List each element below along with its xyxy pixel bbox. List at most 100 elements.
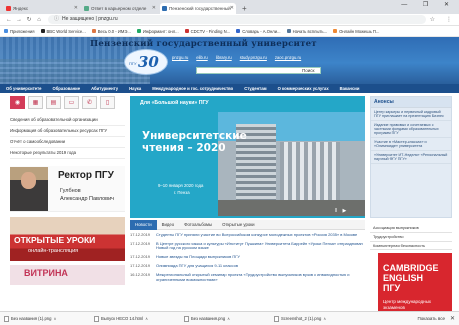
info-links: Сведения об образовательной организации … <box>10 115 125 159</box>
header-link[interactable]: zaoc.pnzgu.ru <box>275 55 301 60</box>
favicon-icon <box>136 29 141 33</box>
bookmark-item[interactable]: Онлайн Можешь П... <box>333 29 379 34</box>
bookmark-item[interactable]: BBC World Service... <box>40 29 86 34</box>
anniversary-logo[interactable]: ПГУ 30 <box>124 49 168 75</box>
search-button[interactable]: Поиск <box>302 67 314 74</box>
slider-top-text: Для «Большой науки» ПГУ <box>140 100 209 106</box>
info-link[interactable]: Некоторые результаты 2019 года <box>10 148 125 159</box>
menu-item[interactable]: Образование <box>52 86 80 91</box>
tab-photo[interactable]: Фотоальбомы <box>179 220 217 230</box>
prev-icon[interactable]: ‖ <box>335 208 339 214</box>
file-icon[interactable]: ▯ <box>100 96 115 109</box>
news-slider[interactable]: Для «Большой науки» ПГУ Университетские ч… <box>130 96 365 218</box>
cambridge-banner[interactable]: CAMBRIDGE ENGLISH ПГУ Центр международных … <box>378 253 452 319</box>
close-icon[interactable]: ✕ <box>450 315 455 322</box>
rector-title: Ректор ПГУ <box>58 170 114 181</box>
right-link[interactable]: Трудоустройство <box>370 233 452 242</box>
menu-item[interactable]: Вакансии <box>340 86 360 91</box>
file-icon <box>274 315 279 322</box>
reload-icon[interactable]: ↻ <box>24 16 34 23</box>
anonce-item[interactable]: Участие в «Мастер-классах» и «Олимпиаде»… <box>371 138 451 152</box>
star-icon[interactable]: ☆ <box>426 16 442 23</box>
bookmark-item[interactable]: CDCTV - Finding N... <box>184 29 230 34</box>
slider-controls[interactable]: ‖ ▶ <box>335 208 348 214</box>
favicon-icon <box>333 29 338 33</box>
browser-tab-active[interactable]: Пензенский государственный ✕ <box>160 3 236 14</box>
list-item[interactable]: 17.12.2019 Олимпиада ПГУ для учащихся 9-1… <box>130 264 365 269</box>
header-link[interactable]: elib.ru <box>196 55 207 60</box>
show-all-downloads-link[interactable]: Показать все <box>418 316 445 321</box>
back-icon[interactable]: ← <box>4 17 14 23</box>
bookmark-item[interactable]: Словарь - А.Онли... <box>236 29 281 34</box>
close-tab-icon[interactable]: ✕ <box>230 3 234 14</box>
download-item[interactable]: Без названия (1).png ∧ <box>4 315 90 322</box>
list-item[interactable]: 17.12.2019 В Центре русского языка и куль… <box>130 241 365 251</box>
slider-city: г. Пенза <box>174 190 190 195</box>
address-bar: ← → ↻ ⌂ ⓘ Не защищено | pnzgu.ru ☆ ⋮ <box>0 14 459 26</box>
next-icon[interactable]: ▶ <box>342 208 348 214</box>
file-icon <box>4 315 9 322</box>
anonce-heading: Анонсы <box>371 97 451 108</box>
list-item[interactable]: 16.12.2019 Межрегиональный открытый семин… <box>130 272 365 282</box>
header-links: pnzgu.ru elib.ru library.ru study.pnzgu.… <box>172 55 309 60</box>
header-link[interactable]: study.pnzgu.ru <box>240 55 267 60</box>
open-lessons-banner[interactable]: ОТКРЫТЫЕ УРОКИ онлайн-трансляция <box>10 217 125 261</box>
menu-item[interactable]: Студентам <box>244 86 266 91</box>
vitrina-banner[interactable]: ВИТРИНА <box>10 265 125 285</box>
right-link[interactable]: Компьютерная безопасность <box>370 242 452 251</box>
favicon-icon <box>40 29 45 33</box>
bookmark-item[interactable]: Начать всплыть... <box>286 29 327 34</box>
document-icon[interactable]: ▭ <box>64 96 79 109</box>
forward-icon[interactable]: → <box>14 17 24 23</box>
info-link[interactable]: Сведения об образовательной организации <box>10 115 125 126</box>
anonce-item[interactable]: «Университет ИТ-Неделя» «Региональный на… <box>371 151 451 165</box>
chevron-up-icon[interactable]: ∧ <box>53 316 56 321</box>
menu-item[interactable]: Международное и гос. сотрудничество <box>152 86 233 91</box>
favicon-icon <box>236 29 241 33</box>
eye-icon[interactable]: ◉ <box>10 96 25 109</box>
chevron-up-icon[interactable]: ∧ <box>145 316 148 321</box>
chevron-up-icon[interactable]: ∧ <box>323 316 326 321</box>
tab-open-lessons[interactable]: Открытые уроки <box>217 220 259 230</box>
home-icon[interactable]: ⌂ <box>34 17 44 23</box>
bookmark-item[interactable]: Информант: онл... <box>136 29 179 34</box>
url-input[interactable]: ⓘ Не защищено | pnzgu.ru <box>48 15 426 24</box>
info-link[interactable]: Отчёт о самообследовании <box>10 137 125 148</box>
list-item[interactable]: 17.12.2019 Новые звезды на Площади выпуск… <box>130 255 365 260</box>
download-item[interactable]: Screenshot_2 (1).png ∧ <box>274 315 360 322</box>
close-tab-icon[interactable]: ✕ <box>74 3 78 14</box>
building-icon[interactable]: ▤ <box>46 96 61 109</box>
browser-tab[interactable]: Яндекс ✕ <box>4 3 80 14</box>
anonce-item[interactable]: Центр карьеры и первичный кадровый ПГУ п… <box>371 108 451 121</box>
favicon-icon <box>84 6 89 11</box>
new-tab-button[interactable]: + <box>238 3 251 14</box>
anonce-item[interactable]: Издание правовых и сочетаемых с частными… <box>371 121 451 139</box>
close-tab-icon[interactable]: ✕ <box>152 3 156 14</box>
rector-card[interactable]: Ректор ПГУ Гулбнов Александр Павлович <box>10 166 125 212</box>
download-item[interactable]: Без названия.png ∧ <box>184 315 270 322</box>
menu-item[interactable]: Об университете <box>6 86 41 91</box>
header-link[interactable]: library.ru <box>216 55 232 60</box>
info-icon[interactable]: ⓘ <box>54 16 59 22</box>
menu-item[interactable]: О коммерческих услугах <box>278 86 329 91</box>
phone-icon[interactable]: ✆ <box>82 96 97 109</box>
tab-strip: Яндекс ✕ Ответ в карьерном отделе ✕ Пензен… <box>0 0 459 14</box>
menu-item[interactable]: Абитуриенту <box>91 86 118 91</box>
menu-item[interactable]: Наука <box>129 86 141 91</box>
list-item[interactable]: 17.12.2019 Студенты ПГУ приняли участие в… <box>130 232 365 238</box>
grid-icon[interactable]: ▦ <box>28 96 43 109</box>
info-link[interactable]: Информация об образовательных ресурсах П… <box>10 126 125 137</box>
tab-video[interactable]: Видео <box>157 220 180 230</box>
browser-tab[interactable]: Ответ в карьерном отделе ✕ <box>82 3 158 14</box>
slider-heading: Университетские чтения – 2020 <box>142 130 247 154</box>
site-title[interactable]: Пензенский государственный университет <box>90 39 317 49</box>
bookmark-item[interactable]: Весь 0.0 - ИМЭ... <box>91 29 131 34</box>
right-link[interactable]: Ассоциация выпускников <box>370 224 452 233</box>
bookmark-item[interactable]: Приложения <box>4 29 35 34</box>
chevron-up-icon[interactable]: ∧ <box>227 316 230 321</box>
menu-icon[interactable]: ⋮ <box>442 16 459 23</box>
window-controls[interactable]: — ❐ ✕ <box>401 1 456 8</box>
header-link[interactable]: pnzgu.ru <box>172 55 188 60</box>
download-item[interactable]: Выпуск НЕСО 14.html ∧ <box>94 315 180 322</box>
tab-news[interactable]: Новости <box>130 219 157 230</box>
